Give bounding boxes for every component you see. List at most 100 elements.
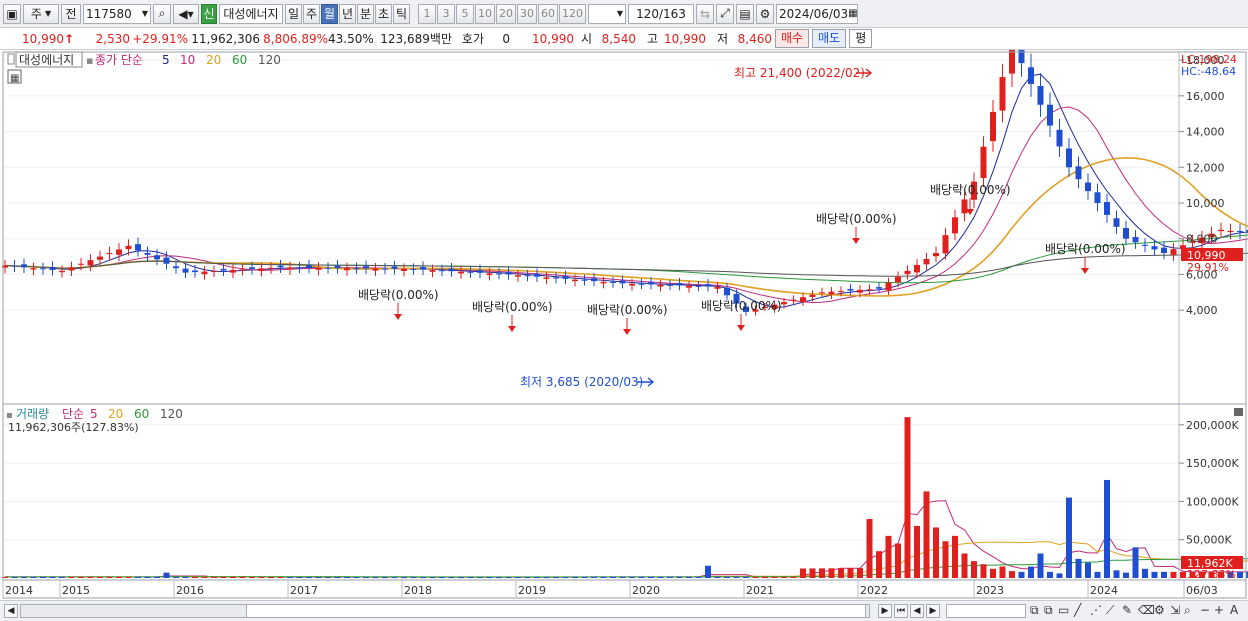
zoom-in-icon[interactable]: + — [1214, 603, 1224, 617]
candle-body — [838, 291, 844, 293]
scroll-right-icon[interactable]: ▶ — [878, 604, 892, 618]
dividend-label: 배당락(0.00%) — [358, 288, 439, 302]
crosshair-icon[interactable]: ⤢ — [716, 3, 734, 24]
period-num-3-button[interactable]: 3 — [437, 3, 455, 24]
candle-body — [990, 111, 996, 142]
candle-body — [410, 268, 417, 270]
scroll-thumb[interactable] — [246, 604, 866, 618]
zoom-icon[interactable]: ⌕ — [1184, 603, 1191, 618]
prev-button[interactable]: 전 — [61, 3, 81, 24]
prev-page-icon[interactable]: ◀ — [910, 604, 924, 618]
volume-bar — [1066, 497, 1072, 578]
candle-body — [1009, 50, 1015, 74]
volume-bar — [619, 576, 626, 578]
calendar-icon[interactable]: ▦ — [848, 8, 857, 19]
search-icon[interactable]: ⌕ — [153, 3, 171, 24]
period-num-10-button[interactable]: 10 — [475, 3, 495, 24]
candle-body — [876, 287, 882, 289]
sell-button[interactable]: 매도 — [812, 29, 847, 48]
volume-bar — [581, 576, 588, 578]
interval-group: 일주월년분초틱 — [285, 3, 410, 24]
stock-chart[interactable]: 20,00018,00016,00014,00012,00010,0008,00… — [0, 50, 1248, 600]
new-badge[interactable]: 신 — [201, 3, 217, 24]
interval-1-button[interactable]: 주 — [303, 3, 320, 24]
ray-tool-icon[interactable]: ⟋ — [1106, 603, 1114, 618]
next-page-icon[interactable]: ▶ — [926, 604, 940, 618]
gear-icon[interactable]: ⚙ — [756, 3, 774, 24]
interval-3-button[interactable]: 년 — [339, 3, 356, 24]
candle-body — [249, 267, 255, 269]
volume-bar — [1132, 547, 1139, 578]
volume-bar — [667, 576, 673, 578]
period-num-60-button[interactable]: 60 — [538, 3, 558, 24]
settings-tool-icon[interactable]: ⚙ — [1154, 603, 1165, 617]
avg-button[interactable]: 평 — [849, 29, 873, 48]
interval-5-button[interactable]: 초 — [375, 3, 392, 24]
chevron-down-icon[interactable]: ▼ — [142, 9, 148, 18]
current-price: 10,990 — [22, 31, 64, 46]
scroll-left-icon[interactable]: ◀ — [4, 604, 18, 618]
stock-code-input[interactable]: 117580 ▼ — [83, 3, 151, 24]
period-num-1-button[interactable]: 1 — [418, 3, 436, 24]
volume-bar — [448, 577, 455, 579]
hc-readout: HC:-48.64 — [1181, 65, 1236, 78]
volume-bar — [600, 576, 607, 578]
draw-tool-icon[interactable]: ✎ — [1122, 603, 1132, 617]
font-size-icon[interactable]: A — [1230, 603, 1238, 617]
x-axis-label: 2024 — [1090, 584, 1118, 597]
volume-bar — [30, 576, 37, 578]
trend-tool-icon[interactable]: ⋰ — [1090, 603, 1102, 617]
window-menu-icon[interactable]: ▣ — [3, 3, 21, 24]
measure-tool-icon[interactable]: ⇲ — [1170, 603, 1180, 617]
candle-body — [173, 266, 179, 269]
candle-body — [1028, 67, 1034, 84]
count-field[interactable]: 120/163 — [628, 3, 694, 24]
open-price: 8,540 — [601, 31, 636, 46]
volume-bar — [78, 576, 84, 578]
candle-body — [667, 284, 673, 286]
interval-6-button[interactable]: 틱 — [393, 3, 410, 24]
date-field[interactable]: 2024/06/03 ▦ — [776, 3, 858, 24]
volume-bar — [543, 577, 550, 579]
period-selector[interactable]: 주 ▼ — [23, 3, 59, 24]
candle-body — [239, 269, 246, 271]
panel-close-icon[interactable] — [1234, 408, 1243, 416]
candle-body — [828, 291, 835, 295]
eraser-icon[interactable]: ⌫ — [1138, 603, 1155, 617]
candle-body — [372, 268, 379, 271]
window-tile-icon[interactable]: ⧉ — [1030, 603, 1039, 618]
interval-4-button[interactable]: 분 — [357, 3, 374, 24]
volume-bar — [1028, 566, 1034, 578]
first-page-icon[interactable]: ⏮ — [894, 604, 908, 618]
y-tick-label: 16,000 — [1186, 90, 1225, 103]
zoom-slider[interactable] — [946, 604, 1026, 618]
zoom-out-icon[interactable]: − — [1200, 603, 1210, 617]
period-num-30-button[interactable]: 30 — [517, 3, 537, 24]
period-dropdown[interactable]: ▼ — [588, 3, 626, 24]
candle-body — [496, 273, 502, 275]
line-tool-icon[interactable]: ╱ — [1074, 603, 1081, 617]
candle-body — [287, 267, 293, 270]
candle-body — [923, 258, 930, 265]
layout-icon[interactable]: ▭ — [1058, 603, 1069, 617]
period-num-120-button[interactable]: 120 — [559, 3, 586, 24]
dividend-label: 배당락(0.00%) — [701, 299, 782, 313]
candle-body — [648, 281, 654, 285]
volume-bar — [1161, 571, 1167, 578]
candle-body — [1094, 192, 1101, 203]
window-cascade-icon[interactable]: ⧉ — [1044, 603, 1053, 618]
buy-button[interactable]: 매수 — [775, 29, 810, 48]
volume-bar — [657, 576, 664, 578]
interval-2-button[interactable]: 월 — [321, 3, 338, 24]
candle-body — [819, 292, 825, 294]
interval-0-button[interactable]: 일 — [285, 3, 302, 24]
save-icon[interactable]: ▤ — [736, 3, 754, 24]
volume-bar — [125, 576, 132, 578]
x-axis-label: 2021 — [746, 584, 774, 597]
period-num-5-button[interactable]: 5 — [456, 3, 474, 24]
speaker-icon[interactable]: ◀▾ — [173, 3, 199, 24]
volume-bar — [477, 577, 483, 579]
candle-body — [676, 283, 683, 286]
link-icon[interactable]: ⇆ — [696, 3, 714, 24]
period-num-20-button[interactable]: 20 — [496, 3, 516, 24]
